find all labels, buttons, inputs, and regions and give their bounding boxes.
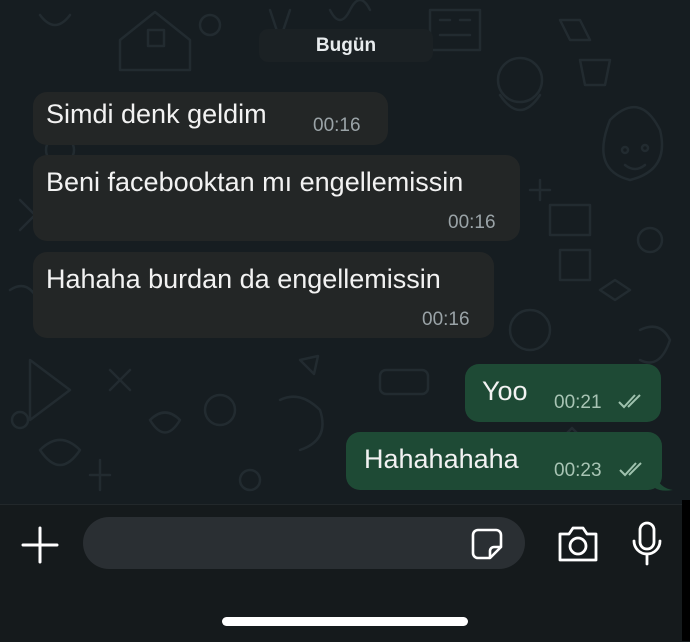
incoming-message[interactable]: Simdi denk geldim 00:16 [33, 92, 388, 145]
bubble-tail [655, 474, 673, 491]
message-text: Hahaha burdan da engellemissin [46, 264, 441, 294]
screen-edge [682, 500, 690, 641]
read-ticks-icon [618, 394, 641, 409]
message-text: Simdi denk geldim [46, 99, 267, 129]
read-ticks-icon [619, 462, 642, 477]
chat-area[interactable]: Bugün Simdi denk geldim 00:16 Beni faceb… [0, 0, 690, 504]
message-time: 00:16 [448, 212, 496, 233]
incoming-message[interactable]: Beni facebooktan mı engellemissin 00:16 [33, 155, 520, 241]
message-input[interactable] [83, 517, 525, 569]
message-time: 00:23 [554, 460, 602, 481]
message-time: 00:16 [422, 309, 470, 330]
date-separator: Bugün [259, 29, 433, 62]
message-text: Beni facebooktan mı engellemissin [46, 167, 464, 197]
sticker-icon[interactable] [470, 527, 504, 561]
outgoing-message[interactable]: Yoo 00:21 [465, 364, 661, 422]
microphone-icon[interactable] [630, 521, 664, 567]
incoming-message[interactable]: Hahaha burdan da engellemissin 00:16 [33, 252, 494, 338]
message-text: Hahahahaha [364, 444, 519, 474]
outgoing-message[interactable]: Hahahahaha 00:23 [346, 432, 662, 490]
home-indicator[interactable] [222, 617, 468, 626]
plus-icon[interactable] [20, 525, 60, 565]
message-time: 00:16 [313, 115, 361, 136]
message-time: 00:21 [554, 392, 602, 413]
message-text: Yoo [482, 376, 528, 406]
camera-icon[interactable] [556, 524, 600, 564]
